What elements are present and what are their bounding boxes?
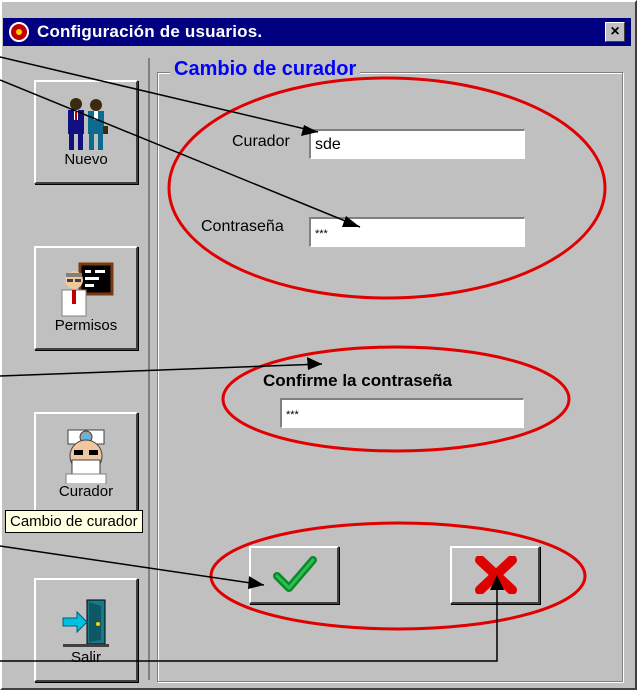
close-button[interactable]: × — [605, 22, 625, 42]
permisos-button[interactable]: Permisos — [34, 246, 138, 350]
permisos-label: Permisos — [54, 317, 118, 334]
curador-field-label: Curador — [232, 133, 290, 150]
window-title: Configuración de usuarios. — [37, 22, 263, 41]
teacher-board-icon — [58, 262, 114, 323]
password-label: Contraseña — [201, 218, 284, 235]
doctor-icon — [62, 428, 110, 489]
tooltip: Cambio de curador — [5, 510, 143, 533]
title-bar[interactable]: Configuración de usuarios. × — [3, 18, 631, 46]
exit-door-icon — [61, 594, 111, 655]
nuevo-label: Nuevo — [64, 151, 108, 168]
x-icon — [474, 555, 518, 599]
confirm-password-label: Confirme la contraseña — [263, 371, 452, 390]
password-input[interactable] — [309, 217, 525, 247]
curador-input[interactable] — [309, 129, 525, 159]
salir-label: Salir — [70, 649, 101, 666]
nuevo-button[interactable]: Nuevo — [34, 80, 138, 184]
accept-button[interactable] — [249, 546, 339, 604]
curador-button[interactable]: Curador — [34, 412, 138, 516]
cancel-button[interactable] — [450, 546, 540, 604]
users-icon — [63, 96, 109, 157]
check-icon — [273, 556, 317, 599]
confirm-password-input[interactable] — [280, 398, 524, 428]
salir-button[interactable]: Salir — [34, 578, 138, 682]
sidebar-panel: Nuevo Permisos Curador Salir — [20, 58, 150, 682]
curador-label: Curador — [58, 483, 114, 500]
app-icon — [9, 22, 29, 42]
group-title: Cambio de curador — [170, 58, 361, 81]
